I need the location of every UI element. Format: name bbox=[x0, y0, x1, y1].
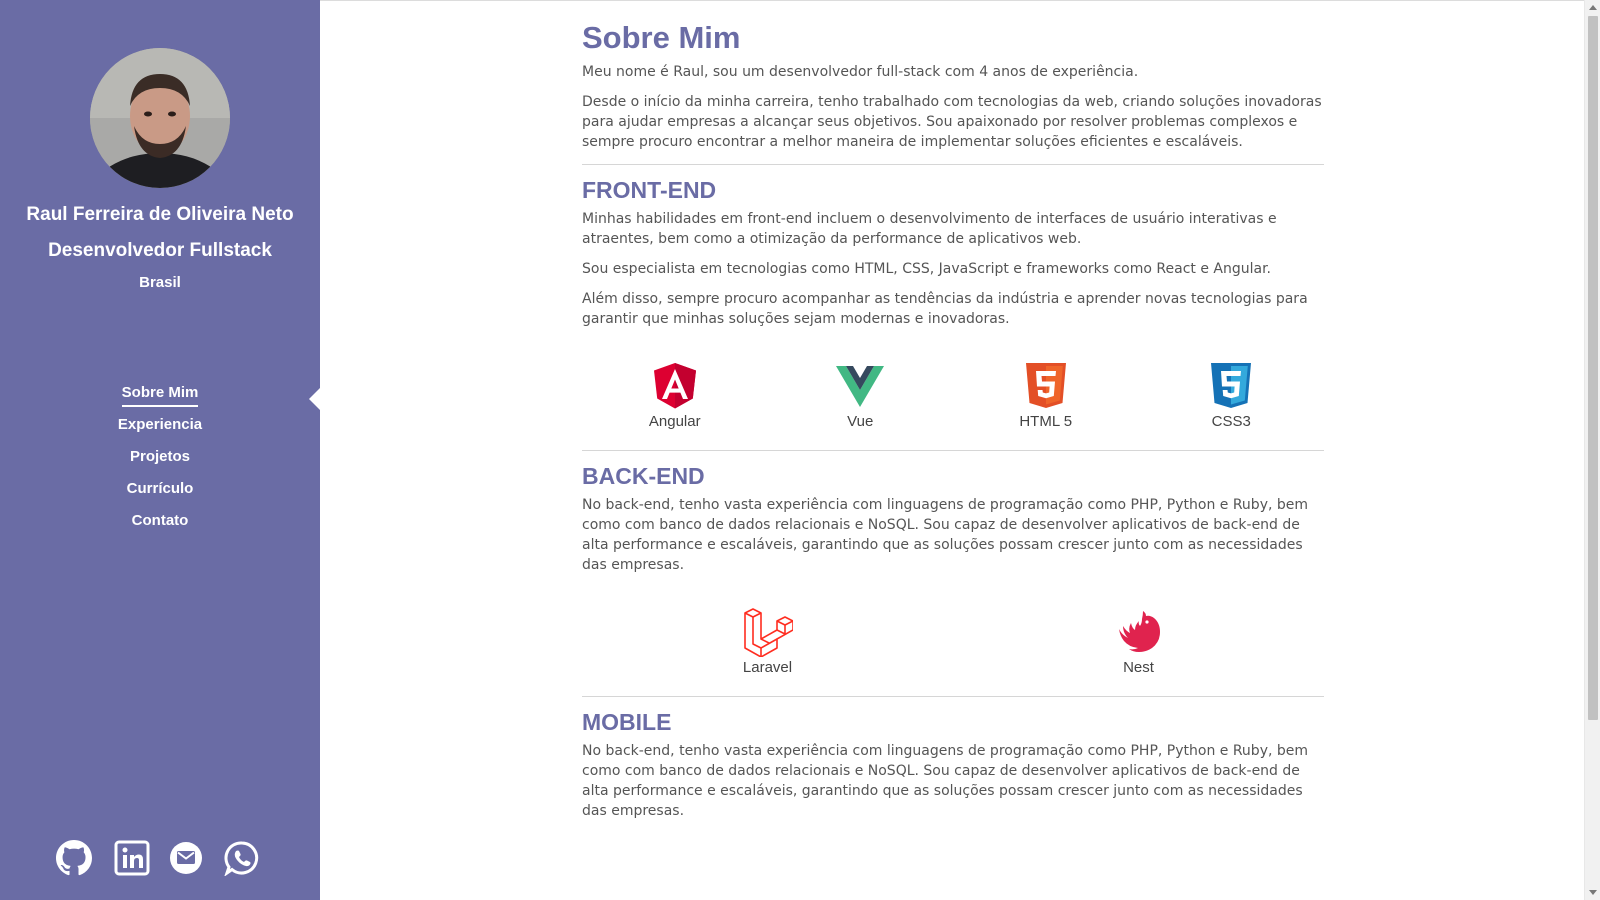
scroll-up-arrow-icon[interactable] bbox=[1589, 5, 1597, 10]
nav-item-label: Currículo bbox=[126, 480, 194, 497]
nav-item-label: Sobre Mim bbox=[121, 384, 199, 407]
whatsapp-icon[interactable] bbox=[224, 840, 260, 877]
tech-label: HTML 5 bbox=[1019, 413, 1073, 430]
nest-icon bbox=[1118, 611, 1160, 652]
about-paragraph: Desde o início da minha carreira, tenho … bbox=[582, 94, 1322, 150]
main-nav: Sobre Mim Experiencia Projetos Currículo… bbox=[0, 384, 320, 544]
backend-paragraph: No back-end, tenho vasta experiência com… bbox=[582, 497, 1309, 573]
email-icon[interactable] bbox=[168, 840, 204, 876]
tech-label: Vue bbox=[847, 413, 874, 430]
vertical-scrollbar[interactable] bbox=[1584, 0, 1600, 900]
sidebar: Raul Ferreira de Oliveira Neto Desenvolv… bbox=[0, 0, 320, 900]
tech-item-laravel: Laravel bbox=[698, 607, 838, 676]
nav-item-contato[interactable]: Contato bbox=[0, 512, 320, 544]
tech-label: Angular bbox=[648, 413, 701, 430]
tech-label: CSS3 bbox=[1211, 413, 1251, 430]
laravel-icon bbox=[743, 608, 793, 657]
section-divider bbox=[582, 164, 1324, 165]
mobile-section: MOBILE No back-end, tenho vasta experiên… bbox=[582, 707, 1324, 821]
backend-title: BACK-END bbox=[582, 463, 705, 489]
tech-item-angular: Angular bbox=[605, 361, 745, 430]
angular-icon bbox=[653, 363, 696, 409]
nav-item-label: Experiencia bbox=[117, 416, 203, 433]
frontend-paragraph: Sou especialista em tecnologias como HTM… bbox=[582, 261, 1271, 277]
tech-item-css3: CSS3 bbox=[1161, 361, 1301, 430]
vue-icon bbox=[836, 366, 885, 407]
frontend-tech-list: Angular Vue HTML 5 CSS3 bbox=[582, 361, 1324, 430]
section-divider bbox=[582, 696, 1324, 697]
avatar bbox=[90, 48, 230, 188]
mobile-title: MOBILE bbox=[582, 709, 672, 735]
frontend-section: FRONT-END Minhas habilidades em front-en… bbox=[582, 175, 1324, 430]
html5-icon bbox=[1025, 363, 1066, 408]
mobile-paragraph: No back-end, tenho vasta experiência com… bbox=[582, 743, 1309, 819]
frontend-paragraph: Minhas habilidades em front-end incluem … bbox=[582, 211, 1277, 247]
profile-country: Brasil bbox=[139, 274, 181, 291]
github-icon[interactable] bbox=[56, 840, 92, 876]
nav-item-sobre-mim[interactable]: Sobre Mim bbox=[0, 384, 320, 416]
active-section-indicator bbox=[309, 388, 320, 410]
profile-name: Raul Ferreira de Oliveira Neto bbox=[26, 204, 294, 225]
nav-item-projetos[interactable]: Projetos bbox=[0, 448, 320, 480]
backend-tech-list: Laravel Nest bbox=[582, 607, 1324, 676]
about-title: Sobre Mim bbox=[582, 20, 741, 55]
css3-icon bbox=[1211, 363, 1252, 408]
tech-item-html5: HTML 5 bbox=[976, 361, 1116, 430]
scrollbar-thumb[interactable] bbox=[1588, 16, 1598, 720]
main-content: Sobre Mim Meu nome é Raul, sou um desenv… bbox=[582, 18, 1324, 821]
nav-item-experiencia[interactable]: Experiencia bbox=[0, 416, 320, 448]
profile-role: Desenvolvedor Fullstack bbox=[48, 240, 272, 261]
nav-item-label: Projetos bbox=[129, 448, 190, 465]
tech-item-nest: Nest bbox=[1069, 607, 1209, 676]
social-links bbox=[56, 840, 266, 877]
frontend-title: FRONT-END bbox=[582, 177, 717, 203]
top-border bbox=[320, 0, 1584, 1]
tech-label: Nest bbox=[1123, 659, 1154, 676]
nav-item-label: Contato bbox=[131, 512, 189, 529]
backend-section: BACK-END No back-end, tenho vasta experi… bbox=[582, 461, 1324, 676]
nav-item-curriculo[interactable]: Currículo bbox=[0, 480, 320, 512]
linkedin-icon[interactable] bbox=[114, 840, 150, 876]
about-paragraph: Meu nome é Raul, sou um desenvolvedor fu… bbox=[582, 64, 1139, 80]
section-divider bbox=[582, 450, 1324, 451]
tech-label: Laravel bbox=[742, 659, 793, 676]
scroll-down-arrow-icon[interactable] bbox=[1589, 890, 1597, 895]
frontend-paragraph: Além disso, sempre procuro acompanhar as… bbox=[582, 291, 1308, 327]
tech-item-vue: Vue bbox=[790, 361, 930, 430]
about-section: Sobre Mim Meu nome é Raul, sou um desenv… bbox=[582, 18, 1324, 152]
